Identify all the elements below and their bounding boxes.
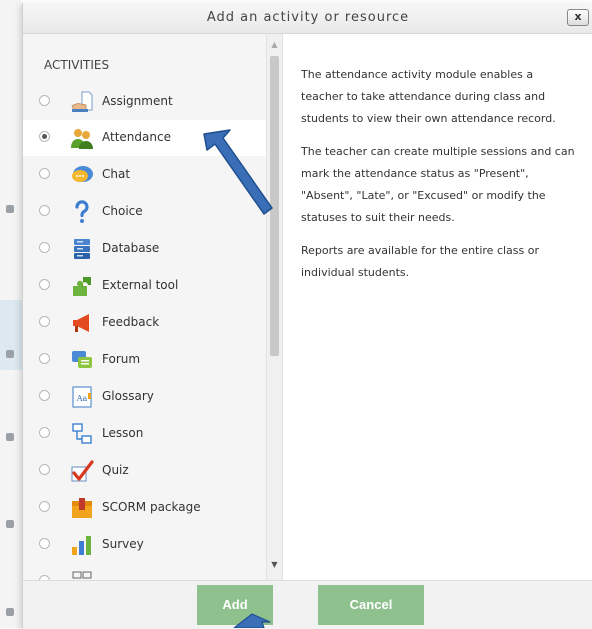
glossary-icon: Aa [72,386,92,408]
activity-item-database[interactable]: Database [23,231,266,267]
activity-radio[interactable] [39,131,50,142]
page-background-strip [0,0,22,628]
activity-description-pane: The attendance activity module enables a… [282,34,592,580]
scroll-up-arrow-icon[interactable]: ▲ [267,40,282,49]
activity-label: Chat [102,167,131,181]
activity-radio[interactable] [39,427,50,438]
lesson-icon [72,423,92,444]
activity-label: Forum [102,352,141,366]
activity-item-feedback[interactable]: Feedback [23,305,266,341]
activity-item-survey[interactable]: Survey [23,527,266,563]
external-tool-icon [73,277,91,296]
activity-item-partial[interactable] [23,564,266,580]
activity-radio[interactable] [39,353,50,364]
activity-label: Glossary [102,389,154,403]
background-drag-icon [6,433,14,441]
activity-radio[interactable] [39,95,50,106]
activity-radio[interactable] [39,538,50,549]
activity-label: Attendance [102,130,171,144]
scorm-icon [72,498,92,518]
activity-radio[interactable] [39,390,50,401]
activity-item-quiz[interactable]: Quiz [23,453,266,489]
activity-item-chat[interactable]: Chat [23,157,266,193]
activity-item-glossary[interactable]: Aa Glossary [23,379,266,415]
add-button[interactable]: Add [197,585,273,625]
database-icon [74,239,90,259]
activity-item-assignment[interactable]: Assignment [23,84,266,120]
activity-radio[interactable] [39,464,50,475]
activities-section-header: ACTIVITIES [44,58,110,72]
activity-description: The attendance activity module enables a… [301,64,576,295]
activity-item-lesson[interactable]: Lesson [23,416,266,452]
chat-icon [72,166,93,182]
background-drag-icon [6,608,14,616]
description-paragraph: The attendance activity module enables a… [301,68,556,125]
description-paragraph: The teacher can create multiple sessions… [301,145,575,224]
quiz-icon [71,460,94,482]
activity-label: SCORM package [102,500,201,514]
scroll-down-arrow-icon[interactable]: ▼ [267,560,282,569]
background-highlight-band [0,300,22,370]
survey-icon [72,536,91,555]
activity-label: External tool [102,278,179,292]
activity-label: Feedback [102,315,160,329]
activity-item-external-tool[interactable]: External tool [23,268,266,304]
activity-chooser-dialog: Add an activity or resource x ACTIVITIES… [22,3,592,629]
background-drag-icon [6,205,14,213]
feedback-icon [73,314,89,332]
activity-radio[interactable] [39,168,50,179]
activity-list-scrollbar[interactable]: ▲ ▼ [266,34,282,580]
assignment-icon [71,91,93,112]
dialog-titlebar: Add an activity or resource x [23,3,592,34]
activity-label: Choice [102,204,143,218]
forum-icon [72,351,92,368]
close-button[interactable]: x [567,9,589,26]
activity-item-forum[interactable]: Forum [23,342,266,378]
activity-label: Assignment [102,94,173,108]
cancel-button[interactable]: Cancel [318,585,424,625]
activity-item-attendance[interactable]: Attendance [23,120,266,156]
description-paragraph: Reports are available for the entire cla… [301,244,540,279]
attendance-icon [71,129,93,149]
scroll-thumb[interactable] [270,56,279,356]
choice-icon [75,200,89,223]
dialog-body: ACTIVITIES Assignment Attendance Chat Ch… [23,34,592,580]
activity-radio[interactable] [39,205,50,216]
dialog-footer: Add Cancel [23,580,592,629]
activity-radio[interactable] [39,316,50,327]
activity-label: Quiz [102,463,129,477]
activity-label: Lesson [102,426,144,440]
wiki-icon [72,571,92,579]
background-drag-icon [6,350,14,358]
activity-label: Database [102,241,160,255]
activity-label: Survey [102,537,144,551]
activity-list: ACTIVITIES Assignment Attendance Chat Ch… [23,34,266,580]
background-drag-icon [6,520,14,528]
activity-radio[interactable] [39,242,50,253]
activity-item-scorm-package[interactable]: SCORM package [23,490,266,526]
activity-radio[interactable] [39,279,50,290]
activity-radio[interactable] [39,501,50,512]
activity-item-choice[interactable]: Choice [23,194,266,230]
svg-text:Aa: Aa [76,394,88,403]
dialog-title: Add an activity or resource [206,10,410,25]
